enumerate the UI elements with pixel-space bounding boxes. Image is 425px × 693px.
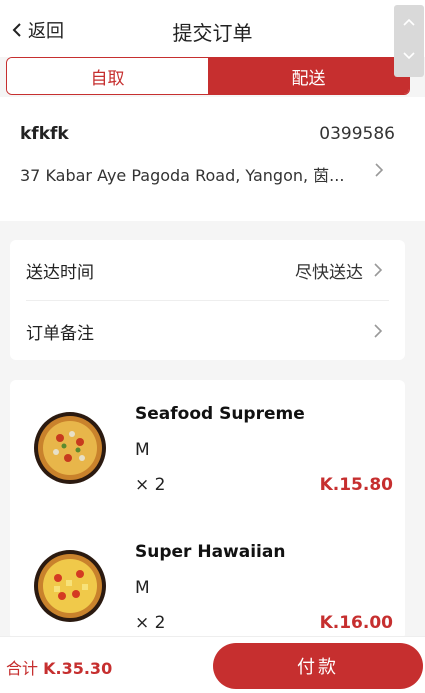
- order-items-card: Seafood Supreme M × 2 K.15.80 Super Hawa…: [10, 380, 405, 640]
- tab-pickup[interactable]: 自取: [7, 58, 208, 94]
- item-name: Seafood Supreme: [135, 404, 305, 424]
- list-item: Seafood Supreme M × 2 K.15.80: [10, 398, 405, 508]
- checkout-bar: 合计 K.35.30 付款: [0, 636, 425, 693]
- hawaiian-pizza-image: [34, 550, 106, 622]
- scroll-down-icon[interactable]: [394, 39, 424, 73]
- recipient-phone: 0399586: [319, 124, 395, 144]
- total-label: 合计: [6, 659, 39, 678]
- order-total: 合计 K.35.30: [6, 655, 112, 679]
- chevron-right-icon: [374, 324, 383, 338]
- order-note-row[interactable]: 订单备注: [10, 301, 405, 361]
- tab-delivery[interactable]: 配送: [208, 58, 409, 94]
- total-amount: K.35.30: [43, 659, 113, 678]
- order-options-card: 送达时间 尽快送达 订单备注: [10, 240, 405, 360]
- item-quantity: × 2: [135, 613, 166, 633]
- item-quantity: × 2: [135, 475, 166, 495]
- order-type-tabs: 自取 配送: [6, 57, 410, 95]
- address-line: 37 Kabar Aye Pagoda Road, Yangon, 茵...: [20, 166, 345, 185]
- pay-button[interactable]: 付款: [213, 643, 423, 689]
- item-price: K.15.80: [319, 475, 393, 495]
- scroll-control[interactable]: [394, 5, 424, 77]
- delivery-address[interactable]: kfkfk 0399586 37 Kabar Aye Pagoda Road, …: [0, 97, 425, 221]
- recipient-name: kfkfk: [20, 124, 69, 144]
- seafood-pizza-image: [34, 412, 106, 484]
- chevron-right-icon: [374, 263, 383, 277]
- scroll-up-icon[interactable]: [394, 5, 424, 39]
- delivery-time-label: 送达时间: [26, 262, 94, 283]
- item-name: Super Hawaiian: [135, 542, 286, 562]
- delivery-time-row[interactable]: 送达时间 尽快送达: [10, 240, 405, 300]
- page-title: 提交订单: [172, 21, 253, 45]
- delivery-time-value: 尽快送达: [295, 262, 363, 283]
- order-note-label: 订单备注: [26, 323, 94, 344]
- item-size: M: [135, 578, 150, 598]
- list-item: Super Hawaiian M × 2 K.16.00: [10, 540, 405, 650]
- item-size: M: [135, 440, 150, 460]
- item-price: K.16.00: [319, 613, 393, 633]
- chevron-right-icon[interactable]: [372, 160, 386, 180]
- top-bar: 返回 提交订单: [0, 0, 425, 57]
